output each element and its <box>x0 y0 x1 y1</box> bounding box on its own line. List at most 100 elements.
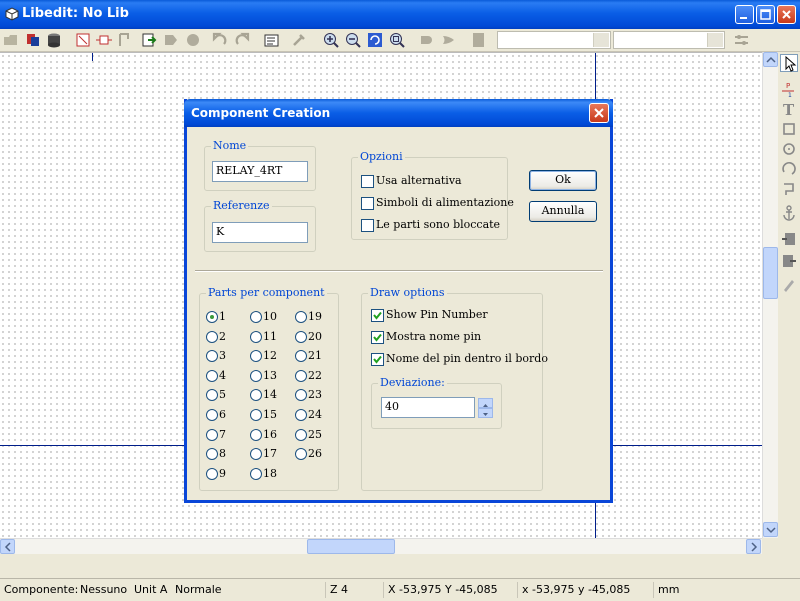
scroll-up-button[interactable] <box>763 52 778 67</box>
spin-up-icon[interactable] <box>478 398 493 408</box>
select-library-icon[interactable] <box>24 31 42 49</box>
import-icon[interactable] <box>140 31 158 49</box>
close-button[interactable] <box>777 5 796 24</box>
parts-radio-19-label: 19 <box>308 310 322 323</box>
parts-radio-8[interactable] <box>206 448 218 460</box>
import-drawing-icon[interactable] <box>780 230 798 248</box>
parts-radio-18[interactable] <box>250 468 262 480</box>
nome-field[interactable]: RELAY_4RT <box>212 161 308 182</box>
parts-radio-21[interactable] <box>295 350 307 362</box>
add-rectangle-icon[interactable] <box>780 120 798 138</box>
parts-radio-24[interactable] <box>295 409 307 421</box>
status-bar: Componente: Nessuno Unit A Normale Z 4 X… <box>0 578 800 601</box>
parts-radio-19[interactable] <box>295 311 307 323</box>
options-icon[interactable] <box>733 31 751 49</box>
parts-radio-13[interactable] <box>250 370 262 382</box>
svg-text:T: T <box>783 101 795 118</box>
annulla-button[interactable]: Annulla <box>529 201 597 222</box>
zoom-fit-icon[interactable] <box>388 31 406 49</box>
deviazione-spinner[interactable] <box>478 398 493 418</box>
datasheet-icon[interactable] <box>470 31 488 49</box>
usa-alternativa-checkbox[interactable] <box>361 175 374 188</box>
edit-properties-icon[interactable] <box>263 31 281 49</box>
undo-icon[interactable] <box>210 31 228 49</box>
parts-radio-26[interactable] <box>295 448 307 460</box>
parts-radio-12[interactable] <box>250 350 262 362</box>
parts-radio-10[interactable] <box>250 311 262 323</box>
mostra-nome-pin-checkbox[interactable] <box>371 331 384 344</box>
origin-mark <box>92 53 93 61</box>
ok-button[interactable]: Ok <box>529 170 597 191</box>
checkmark-icon <box>373 311 382 320</box>
parts-radio-20[interactable] <box>295 331 307 343</box>
zoom-in-icon[interactable] <box>322 31 340 49</box>
parts-radio-14[interactable] <box>250 389 262 401</box>
parts-radio-17[interactable] <box>250 448 262 460</box>
part-unit-select[interactable] <box>497 31 611 49</box>
dialog-close-button[interactable] <box>589 103 609 123</box>
parti-bloccate-checkbox[interactable] <box>361 219 374 232</box>
parts-radio-25[interactable] <box>295 429 307 441</box>
show-pin-number-checkbox[interactable] <box>371 309 384 322</box>
delete-part-icon[interactable] <box>74 31 92 49</box>
new-part-icon[interactable] <box>95 31 113 49</box>
parts-radio-16[interactable] <box>250 429 262 441</box>
add-pin-icon[interactable]: P1 <box>780 80 798 99</box>
status-units: mm <box>653 582 798 598</box>
save-icon[interactable] <box>184 31 202 49</box>
alias-select[interactable] <box>613 31 725 49</box>
parts-radio-23[interactable] <box>295 389 307 401</box>
spin-down-icon[interactable] <box>478 408 493 418</box>
simboli-alimentazione-label: Simboli di alimentazione <box>376 196 514 209</box>
de-morgan-convert-icon[interactable] <box>440 31 458 49</box>
simboli-alimentazione-checkbox[interactable] <box>361 197 374 210</box>
add-arc-icon[interactable] <box>780 160 798 178</box>
export-icon[interactable] <box>162 31 180 49</box>
parts-radio-6[interactable] <box>206 409 218 421</box>
parts-radio-2-label: 2 <box>219 330 226 343</box>
export-drawing-icon[interactable] <box>780 252 798 270</box>
bottom-spacer <box>0 554 800 578</box>
scroll-right-button[interactable] <box>746 539 761 554</box>
de-morgan-normal-icon[interactable] <box>418 31 436 49</box>
delete-tool-icon[interactable] <box>780 276 798 294</box>
zoom-out-icon[interactable] <box>344 31 362 49</box>
load-part-icon[interactable] <box>116 31 134 49</box>
open-folder-icon[interactable] <box>2 31 20 49</box>
scroll-down-button[interactable] <box>763 522 778 537</box>
redraw-icon[interactable] <box>366 31 384 49</box>
parts-radio-10-label: 10 <box>263 310 277 323</box>
parts-radio-9[interactable] <box>206 468 218 480</box>
horizontal-scroll-thumb[interactable] <box>307 539 395 554</box>
parts-radio-3[interactable] <box>206 350 218 362</box>
arrow-cursor-icon[interactable] <box>780 54 798 72</box>
deviazione-field[interactable]: 40 <box>381 397 475 418</box>
parts-radio-22-label: 22 <box>308 369 322 382</box>
anchor-icon[interactable] <box>780 204 798 222</box>
library-drum-icon[interactable] <box>45 31 63 49</box>
minimize-button[interactable] <box>735 5 754 24</box>
referenze-field[interactable]: K <box>212 222 308 243</box>
scroll-left-button[interactable] <box>0 539 15 554</box>
pin-settings-icon[interactable] <box>290 31 308 49</box>
parts-radio-9-label: 9 <box>219 467 226 480</box>
svg-text:P: P <box>786 82 790 90</box>
vertical-scrollbar[interactable] <box>762 52 779 538</box>
parts-radio-1[interactable] <box>206 311 218 323</box>
redo-icon[interactable] <box>234 31 252 49</box>
parts-radio-2[interactable] <box>206 331 218 343</box>
parts-radio-4[interactable] <box>206 370 218 382</box>
vertical-scroll-thumb[interactable] <box>763 247 778 299</box>
horizontal-scrollbar[interactable] <box>0 538 762 555</box>
maximize-button[interactable] <box>756 5 775 24</box>
pin-dentro-bordo-checkbox[interactable] <box>371 353 384 366</box>
parts-radio-5[interactable] <box>206 389 218 401</box>
parts-radio-11[interactable] <box>250 331 262 343</box>
add-circle-icon[interactable] <box>780 140 798 158</box>
parts-radio-15[interactable] <box>250 409 262 421</box>
add-text-icon[interactable]: T <box>780 100 798 119</box>
add-polyline-icon[interactable] <box>780 180 798 198</box>
window-title: Libedit: No Lib <box>22 6 129 21</box>
parts-radio-22[interactable] <box>295 370 307 382</box>
parts-radio-7[interactable] <box>206 429 218 441</box>
